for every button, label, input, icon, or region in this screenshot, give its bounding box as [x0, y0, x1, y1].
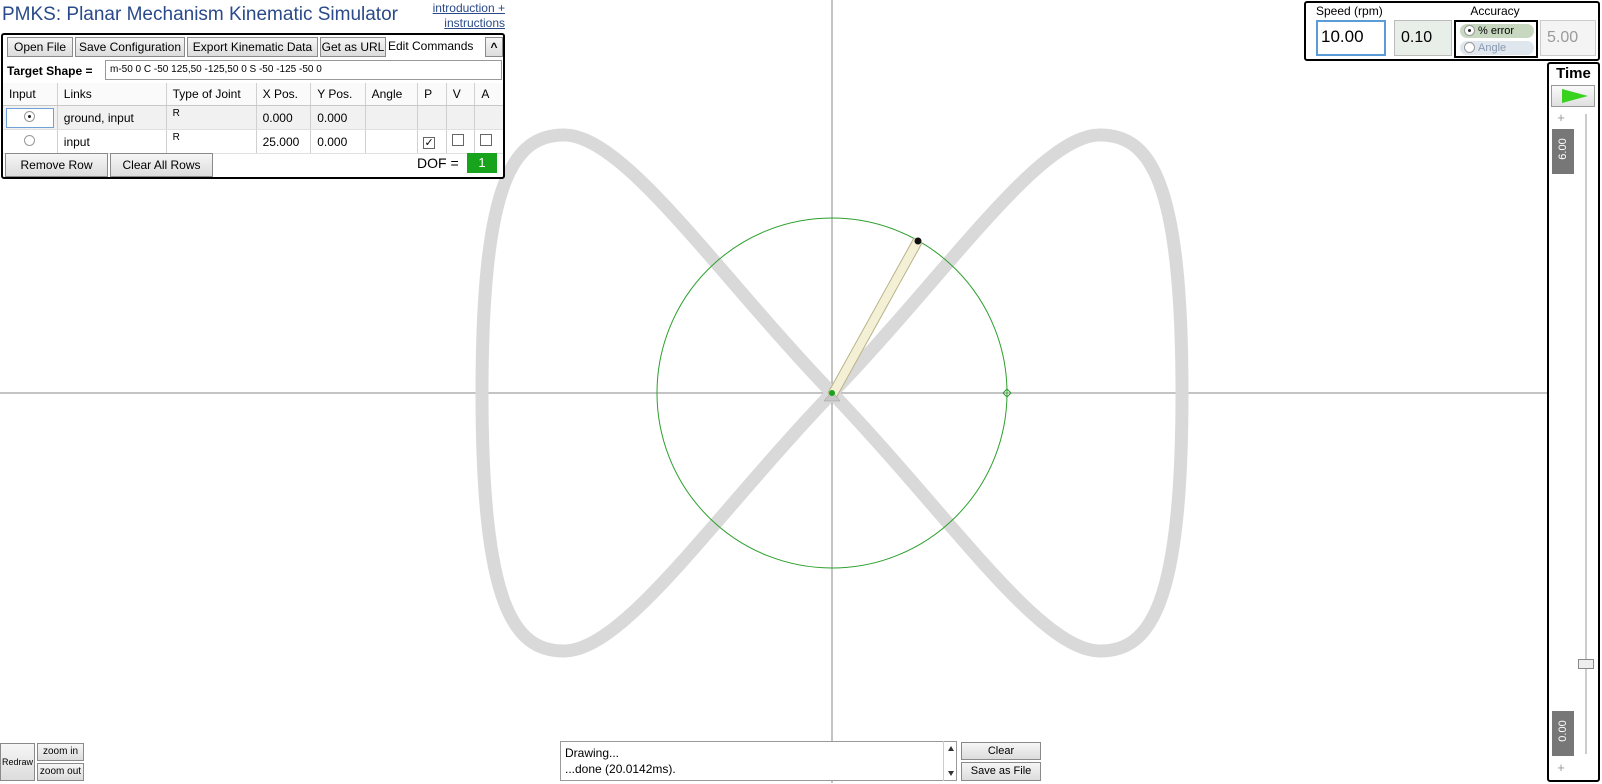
target-shape-input[interactable]: m-50 0 C -50 125,50 -125,50 0 S -50 -125… [105, 60, 502, 80]
dof-label: DOF = [417, 155, 459, 171]
time-slider-thumb[interactable] [1578, 659, 1594, 670]
console-line: Drawing... [565, 746, 620, 760]
col-x-pos: X Pos. [256, 83, 312, 106]
zoom-in-button[interactable]: zoom in [37, 743, 84, 761]
speed-input[interactable]: 10.00 [1316, 20, 1386, 56]
status-console: Drawing... ...done (20.0142ms). [560, 741, 957, 781]
v-cell [446, 105, 476, 130]
col-v: V [446, 83, 476, 106]
table-row[interactable]: input R 25.000 0.000 ✓ [3, 129, 503, 154]
play-button[interactable] [1551, 85, 1595, 107]
input-radio[interactable] [24, 110, 36, 122]
accuracy-label: Accuracy [1470, 4, 1520, 18]
accuracy-input[interactable]: 0.10 [1394, 20, 1452, 56]
col-joint-type: Type of Joint [166, 83, 257, 106]
time-min-value: 0.00 [1557, 720, 1569, 742]
input-radio-cell[interactable] [5, 107, 54, 128]
x-pos-cell[interactable]: 0.000 [256, 105, 312, 130]
percent-error-label: % error [1478, 25, 1515, 37]
percent-error-radio[interactable] [1464, 25, 1475, 36]
input-joint[interactable] [914, 237, 922, 245]
acceleration-checkbox[interactable] [480, 134, 493, 146]
position-checkbox[interactable]: ✓ [423, 136, 436, 149]
time-slider-track[interactable] [1585, 114, 1587, 754]
col-angle: Angle [365, 83, 419, 106]
x-pos-cell[interactable]: 25.000 [256, 129, 312, 154]
linkage-table-panel: Open File Save Configuration Export Kine… [1, 33, 505, 179]
ground-joint[interactable] [829, 390, 835, 396]
redraw-button[interactable]: Redraw [0, 743, 35, 781]
intro-link[interactable]: introduction + instructions [420, 1, 505, 31]
remove-row-button[interactable]: Remove Row [5, 153, 108, 177]
app-title: PMKS: Planar Mechanism Kinematic Simulat… [2, 4, 398, 25]
y-pos-cell[interactable]: 0.000 [310, 129, 366, 154]
dof-value-badge: 1 [467, 153, 497, 173]
collapse-chevron-icon[interactable]: ^ [485, 37, 503, 57]
links-cell[interactable]: ground, input [57, 105, 167, 130]
a-cell [474, 105, 503, 130]
table-row[interactable]: ground, input R 0.000 0.000 [3, 105, 503, 130]
accuracy-mode-selector[interactable]: % error Angle [1454, 20, 1538, 58]
speed-accuracy-panel: Speed (rpm) 10.00 Accuracy 0.10 % error … [1304, 1, 1600, 61]
edit-commands-button[interactable]: Edit Commands [388, 37, 488, 57]
velocity-checkbox[interactable] [451, 134, 464, 146]
get-as-url-button[interactable]: Get as URL [320, 37, 386, 57]
clear-console-button[interactable]: Clear [961, 742, 1041, 760]
open-file-button[interactable]: Open File [7, 37, 73, 57]
joint-type-cell[interactable]: R [173, 132, 180, 143]
save-configuration-button[interactable]: Save Configuration [75, 37, 185, 57]
table-header-row: Input Links Type of Joint X Pos. Y Pos. … [3, 83, 503, 106]
intro-link-line1[interactable]: introduction + [420, 1, 505, 16]
time-zoom-plus-top[interactable]: + [1555, 110, 1567, 125]
col-y-pos: Y Pos. [310, 83, 366, 106]
export-kinematic-data-button[interactable]: Export Kinematic Data [187, 37, 318, 57]
zoom-out-button[interactable]: zoom out [37, 763, 84, 781]
target-shape-label: Target Shape = [7, 64, 93, 78]
time-label: Time [1556, 65, 1591, 82]
input-radio[interactable] [24, 134, 36, 146]
linkage-table: Input Links Type of Joint X Pos. Y Pos. … [3, 83, 503, 154]
speed-label: Speed (rpm) [1316, 4, 1383, 18]
scroll-arrows-icon [948, 746, 954, 776]
y-pos-cell[interactable]: 0.000 [310, 105, 366, 130]
col-a: A [474, 83, 503, 106]
clear-all-rows-button[interactable]: Clear All Rows [110, 153, 213, 177]
save-as-file-button[interactable]: Save as File [961, 762, 1041, 781]
intro-link-line2[interactable]: instructions [420, 16, 505, 31]
col-input: Input [3, 83, 58, 106]
links-cell[interactable]: input [57, 129, 167, 154]
joint-type-cell[interactable]: R [173, 108, 180, 119]
time-panel: Time + 6.00 0.00 + [1547, 62, 1600, 782]
percent-error-option[interactable]: % error [1460, 24, 1534, 38]
time-zoom-plus-bottom[interactable]: + [1555, 760, 1567, 775]
angle-accuracy-input[interactable]: 5.00 [1540, 20, 1596, 56]
p-cell [417, 105, 447, 130]
console-line: ...done (20.0142ms). [565, 762, 676, 776]
console-scrollbar[interactable] [943, 741, 958, 781]
time-min-badge: 0.00 [1552, 711, 1574, 756]
col-links: Links [57, 83, 167, 106]
angle-cell[interactable] [365, 105, 419, 130]
angle-option-label: Angle [1478, 42, 1507, 54]
play-icon [1562, 89, 1588, 103]
time-max-value: 6.00 [1557, 138, 1569, 160]
angle-radio[interactable] [1464, 42, 1475, 53]
angle-option[interactable]: Angle [1460, 41, 1534, 55]
col-p: P [417, 83, 447, 106]
angle-cell[interactable] [365, 129, 419, 154]
time-max-badge: 6.00 [1552, 129, 1574, 174]
